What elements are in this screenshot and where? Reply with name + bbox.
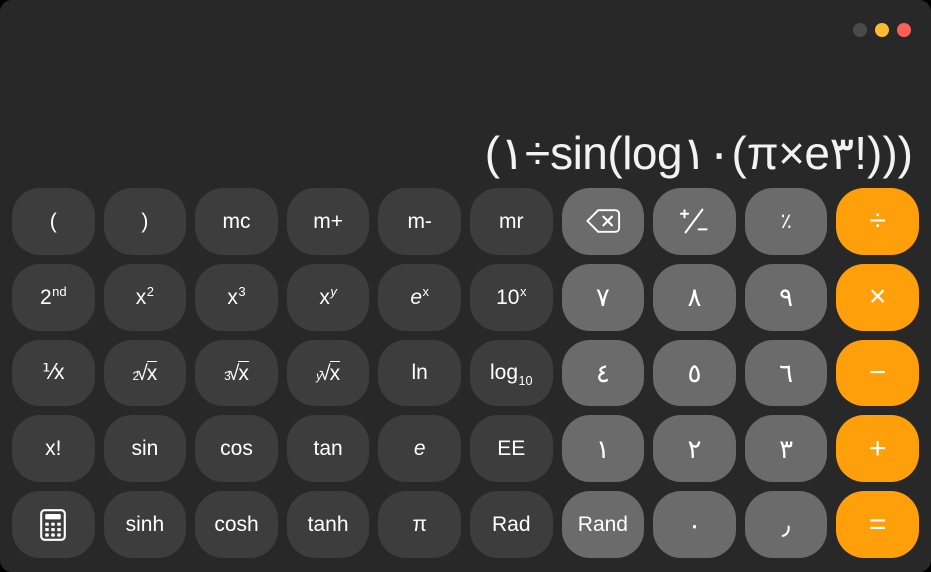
key-hyperbolic-cosine[interactable]: cosh xyxy=(195,491,278,558)
key-digit-seven[interactable]: ٧ xyxy=(561,263,645,331)
key-memory-add[interactable]: m+ xyxy=(286,188,370,255)
key-digit-three[interactable]: ٣ xyxy=(744,415,828,483)
key-x-cubed[interactable]: x3 xyxy=(195,263,278,331)
calculator-window: (١÷sin(log١٠(π×e٣!))) () mc m+ m-mr ٪ ÷ 2nd x2 x… xyxy=(0,0,931,572)
key-sign-toggle[interactable] xyxy=(653,188,736,255)
key-ten-to-the-x[interactable]: 10x xyxy=(469,263,553,331)
key-close-paren[interactable]: ) xyxy=(103,188,187,255)
key-equals[interactable]: = xyxy=(836,491,919,558)
key-digit-nine[interactable]: ٩ xyxy=(744,263,828,331)
plus-minus-icon xyxy=(680,208,709,234)
key-add[interactable]: + xyxy=(836,415,919,483)
key-memory-recall[interactable]: mr xyxy=(469,188,553,255)
key-digit-two[interactable]: ٢ xyxy=(653,415,736,483)
title-bar xyxy=(0,0,931,48)
key-memory-subtract[interactable]: m- xyxy=(378,188,461,255)
key-divide[interactable]: ÷ xyxy=(836,188,919,255)
key-x-squared[interactable]: x2 xyxy=(103,263,187,331)
key-subtract[interactable]: − xyxy=(836,339,919,407)
key-natural-log[interactable]: ln xyxy=(378,339,461,407)
key-memory-clear[interactable]: mc xyxy=(195,188,278,255)
key-digit-four[interactable]: ٤ xyxy=(561,339,645,407)
backspace-icon xyxy=(586,209,620,234)
key-digit-eight[interactable]: ٨ xyxy=(653,263,736,331)
key-euler-constant[interactable]: e xyxy=(378,415,461,483)
zoom-button[interactable] xyxy=(897,23,911,37)
keypad: () mc m+ m-mr ٪ ÷ 2nd x2 x3 xy ex 10x ٧ ٨ ٩ × ⅟x 2√x 3√x y√… xyxy=(0,188,931,572)
key-radians-mode[interactable]: Rad xyxy=(469,491,553,558)
key-x-to-the-y[interactable]: xy xyxy=(286,263,370,331)
key-second-functions[interactable]: 2nd xyxy=(12,263,95,331)
key-decimal-point[interactable]: ٫ xyxy=(744,491,828,558)
key-digit-six[interactable]: ٦ xyxy=(744,339,828,407)
key-delete-backspace[interactable] xyxy=(561,188,645,255)
key-random[interactable]: Rand xyxy=(561,491,645,558)
key-y-root-x[interactable]: y√x xyxy=(286,339,370,407)
key-factorial[interactable]: x! xyxy=(12,415,95,483)
display-area: (١÷sin(log١٠(π×e٣!))) xyxy=(0,48,931,188)
key-square-root[interactable]: 2√x xyxy=(103,339,187,407)
key-reciprocal[interactable]: ⅟x xyxy=(12,339,95,407)
key-log-base-ten[interactable]: log10 xyxy=(469,339,553,407)
display-expression: (١÷sin(log١٠(π×e٣!))) xyxy=(484,127,914,180)
key-cube-root[interactable]: 3√x xyxy=(195,339,278,407)
calculator-icon xyxy=(40,508,67,541)
key-e-to-the-x[interactable]: ex xyxy=(378,263,461,331)
key-digit-zero[interactable]: ٠ xyxy=(653,491,736,558)
key-cosine[interactable]: cos xyxy=(195,415,278,483)
key-sine[interactable]: sin xyxy=(103,415,187,483)
key-calculator-mode[interactable] xyxy=(12,491,95,558)
key-multiply[interactable]: × xyxy=(836,263,919,331)
key-digit-five[interactable]: ٥ xyxy=(653,339,736,407)
key-open-paren[interactable]: ( xyxy=(12,188,95,255)
key-hyperbolic-sine[interactable]: sinh xyxy=(103,491,187,558)
key-percent[interactable]: ٪ xyxy=(744,188,828,255)
close-button[interactable] xyxy=(853,23,867,37)
key-tangent[interactable]: tan xyxy=(286,415,370,483)
key-exponent-ee[interactable]: EE xyxy=(469,415,553,483)
key-digit-one[interactable]: ١ xyxy=(561,415,645,483)
key-hyperbolic-tangent[interactable]: tanh xyxy=(286,491,370,558)
window-controls xyxy=(853,23,911,37)
key-pi[interactable]: π xyxy=(378,491,461,558)
minimize-button[interactable] xyxy=(875,23,889,37)
